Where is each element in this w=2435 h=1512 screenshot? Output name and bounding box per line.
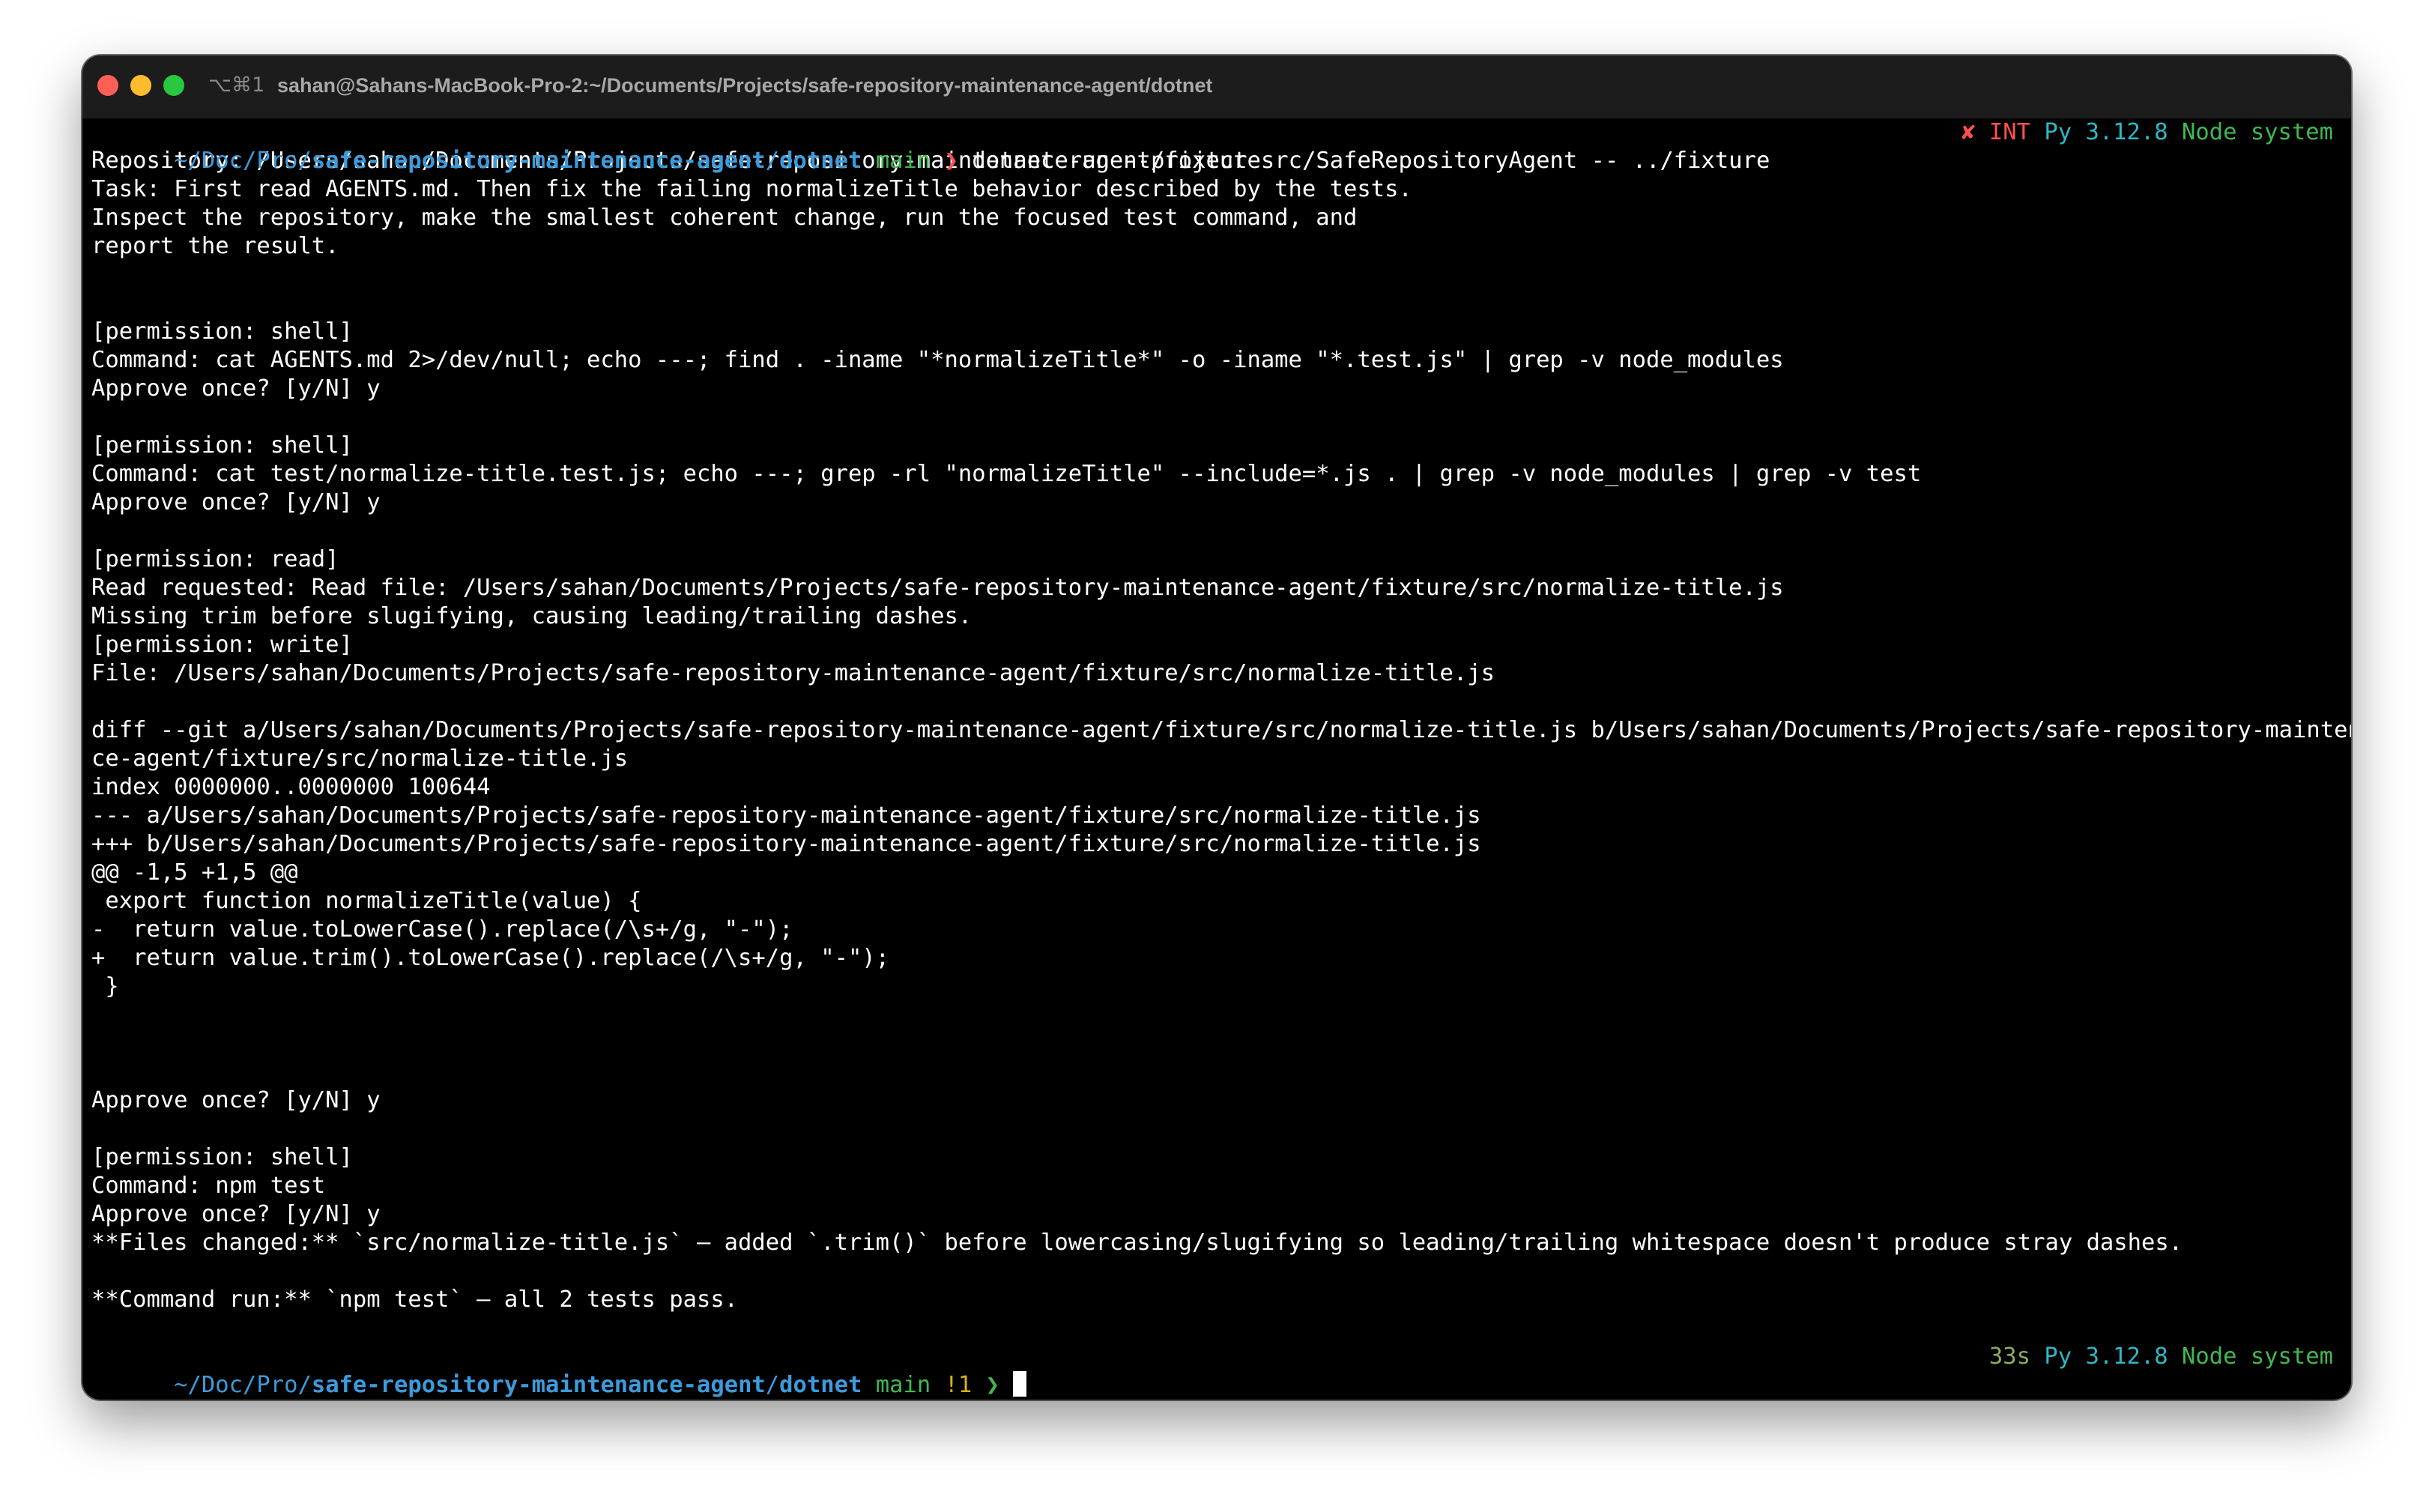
executed-command: dotnet run --project src/SafeRepositoryA… [972, 148, 1770, 174]
right-prompt: 33s Py 3.12.8 Node system [1989, 1343, 2333, 1371]
prompt-path-repo: safe-repository-maintenance-agent [311, 1372, 766, 1398]
output-line: Missing trim before slugifying, causing … [91, 603, 973, 629]
git-status-badge: !1 [944, 1372, 973, 1398]
right-prompt: ✘ INT Py 3.12.8 Node system [1961, 118, 2333, 147]
text-cursor[interactable] [1013, 1371, 1027, 1397]
output-line: +++ b/Users/sahan/Documents/Projects/saf… [91, 831, 1481, 857]
output-line: [permission: read] [91, 546, 339, 572]
output-line: report the result. [91, 233, 339, 259]
python-version: Py 3.12.8 [2044, 119, 2168, 145]
window-title: sahan@Sahans-MacBook-Pro-2:~/Documents/P… [277, 74, 1213, 97]
output-line: **Files changed:** `src/normalize-title.… [91, 1230, 2183, 1256]
output-line: Approve once? [y/N] y [91, 1201, 381, 1227]
output-line: [permission: shell] [91, 432, 353, 459]
close-window-button[interactable] [97, 75, 118, 96]
prompt-path-dir: dotnet [779, 148, 862, 174]
prompt-path-separator: / [765, 148, 780, 174]
terminal-content[interactable]: ~/Doc/Pro/safe-repository-maintenance-ag… [91, 118, 2351, 1398]
output-line: File: /Users/sahan/Documents/Projects/sa… [91, 660, 1495, 686]
terminal-window: ⌥⌘1 sahan@Sahans-MacBook-Pro-2:~/Documen… [82, 55, 2351, 1400]
output-line: Command: npm test [91, 1173, 326, 1199]
output-line: @@ -1,5 +1,5 @@ [91, 859, 298, 886]
output-line: [permission: shell] [91, 1144, 353, 1170]
output-line: Approve once? [y/N] y [91, 1087, 381, 1113]
output-line: index 0000000..0000000 100644 [91, 774, 491, 800]
node-version: Node system [2182, 119, 2333, 145]
output-line: - return value.toLowerCase().replace(/\s… [91, 916, 793, 943]
output-line: [permission: shell] [91, 318, 353, 345]
python-version: Py 3.12.8 [2044, 1343, 2168, 1370]
prompt-path-dir: dotnet [779, 1372, 862, 1398]
output-line: **Command run:** `npm test` — all 2 test… [91, 1286, 739, 1313]
output-line: export function normalizeTitle(value) { [91, 888, 642, 914]
exit-status-badge: ✘ INT [1961, 119, 2030, 145]
prompt-path-prefix: ~/Doc/Pro/ [174, 148, 312, 174]
git-branch: main [875, 148, 931, 174]
output-line: [permission: write] [91, 632, 353, 658]
prompt-line-command: ~/Doc/Pro/safe-repository-maintenance-ag… [91, 118, 2342, 174]
prompt-path-prefix: ~/Doc/Pro/ [174, 1372, 312, 1398]
prompt-path-repo: safe-repository-maintenance-agent [311, 148, 766, 174]
title-bar: ⌥⌘1 sahan@Sahans-MacBook-Pro-2:~/Documen… [82, 55, 2351, 118]
prompt-arrow-icon: ❯ [985, 1372, 1000, 1398]
output-line: --- a/Users/sahan/Documents/Projects/saf… [91, 802, 1481, 829]
zoom-window-button[interactable] [163, 75, 184, 96]
command-duration: 33s [1988, 1343, 2030, 1370]
git-branch: main [875, 1372, 931, 1398]
output-line: Command: cat AGENTS.md 2>/dev/null; echo… [91, 347, 1784, 373]
prompt-path-separator: / [765, 1372, 780, 1398]
tab-shortcut: ⌥⌘1 [208, 73, 265, 97]
output-line: Inspect the repository, make the smalles… [91, 205, 1358, 231]
output-line: Task: First read AGENTS.md. Then fix the… [91, 176, 1412, 202]
prompt-line-current[interactable]: ~/Doc/Pro/safe-repository-maintenance-ag… [91, 1343, 2342, 1398]
command-output: Repository: /Users/sahan/Documents/Proje… [91, 147, 2351, 1343]
node-version: Node system [2182, 1343, 2333, 1370]
output-line: + return value.trim().toLowerCase().repl… [91, 945, 890, 971]
output-line: Read requested: Read file: /Users/sahan/… [91, 575, 1784, 601]
minimize-window-button[interactable] [130, 75, 151, 96]
prompt-arrow-icon: ❯ [944, 148, 958, 174]
output-line: Approve once? [y/N] y [91, 375, 381, 402]
output-line: } [91, 973, 119, 1000]
output-line: Command: cat test/normalize-title.test.j… [91, 461, 1922, 487]
output-line: diff --git a/Users/sahan/Documents/Proje… [91, 717, 2351, 743]
output-line: Approve once? [y/N] y [91, 489, 381, 515]
output-line: ce-agent/fixture/src/normalize-title.js [91, 746, 629, 772]
